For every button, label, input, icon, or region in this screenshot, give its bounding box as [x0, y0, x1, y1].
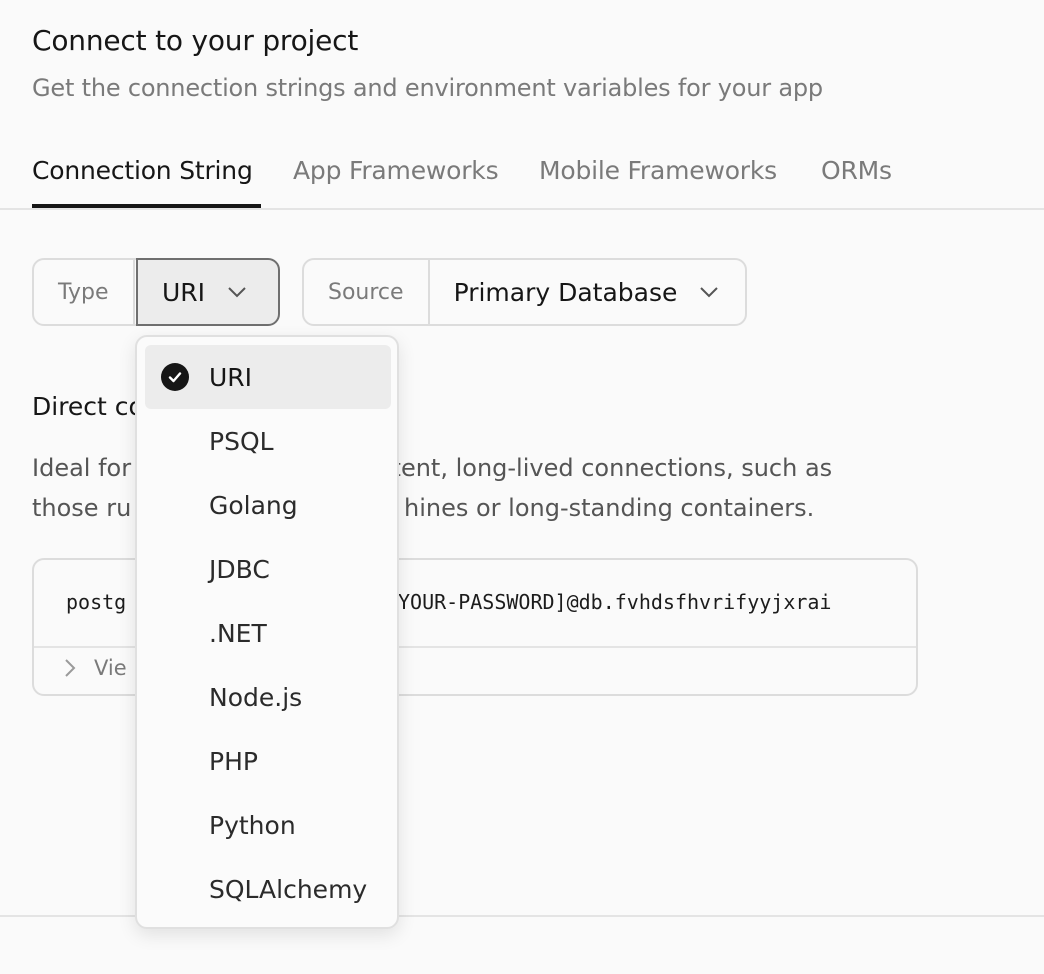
dropdown-option-jdbc[interactable]: JDBC [145, 537, 391, 601]
source-selector: Source Primary Database [302, 258, 747, 326]
dropdown-option-sqlalchemy[interactable]: SQLAlchemy [145, 857, 391, 921]
dropdown-option-php[interactable]: PHP [145, 729, 391, 793]
connection-string-left: postg [66, 590, 127, 614]
tab-app-frameworks[interactable]: App Frameworks [293, 156, 499, 185]
page-title: Connect to your project [32, 24, 359, 57]
section-title: Direct co [32, 392, 144, 421]
tab-bar: Connection String App Frameworks Mobile … [0, 150, 1044, 210]
desc-line2-left: those ru [32, 494, 132, 522]
page-subtitle: Get the connection strings and environme… [32, 74, 823, 102]
dropdown-option-dotnet[interactable]: .NET [145, 601, 391, 665]
chevron-right-icon [64, 658, 76, 678]
view-label: Vie [94, 656, 127, 680]
desc-line1-left: Ideal for [32, 454, 132, 482]
type-label: Type [34, 260, 135, 324]
chevron-down-icon [699, 286, 719, 298]
desc-line2-right: hines or long-standing containers. [404, 494, 815, 522]
tab-orms[interactable]: ORMs [821, 156, 892, 185]
desc-line1-right: rsistent, long-lived connections, such a… [350, 454, 833, 482]
dropdown-option-psql[interactable]: PSQL [145, 409, 391, 473]
type-selector: Type URI [32, 258, 280, 326]
tab-connection-string[interactable]: Connection String [32, 156, 253, 185]
view-parameters-toggle[interactable]: Vie [64, 656, 127, 680]
dropdown-option-nodejs[interactable]: Node.js [145, 665, 391, 729]
check-circle-icon [161, 363, 189, 391]
connection-string-right: YOUR-PASSWORD]@db.fvhdsfhvrifyyjxrai [398, 590, 832, 614]
dropdown-option-python[interactable]: Python [145, 793, 391, 857]
option-label: URI [209, 362, 253, 392]
tab-mobile-frameworks[interactable]: Mobile Frameworks [539, 156, 777, 185]
type-dropdown-menu: URI PSQL Golang JDBC .NET Node.js PHP Py… [135, 335, 399, 929]
source-dropdown-button[interactable]: Primary Database [430, 260, 744, 324]
source-value: Primary Database [453, 277, 678, 307]
active-tab-indicator [32, 204, 261, 208]
type-dropdown-button[interactable]: URI [136, 258, 280, 326]
connect-panel: Connect to your project Get the connecti… [0, 0, 1044, 974]
dropdown-option-golang[interactable]: Golang [145, 473, 391, 537]
dropdown-option-uri[interactable]: URI [145, 345, 391, 409]
type-value: URI [162, 277, 206, 307]
source-label: Source [304, 260, 430, 324]
chevron-down-icon [227, 286, 247, 298]
